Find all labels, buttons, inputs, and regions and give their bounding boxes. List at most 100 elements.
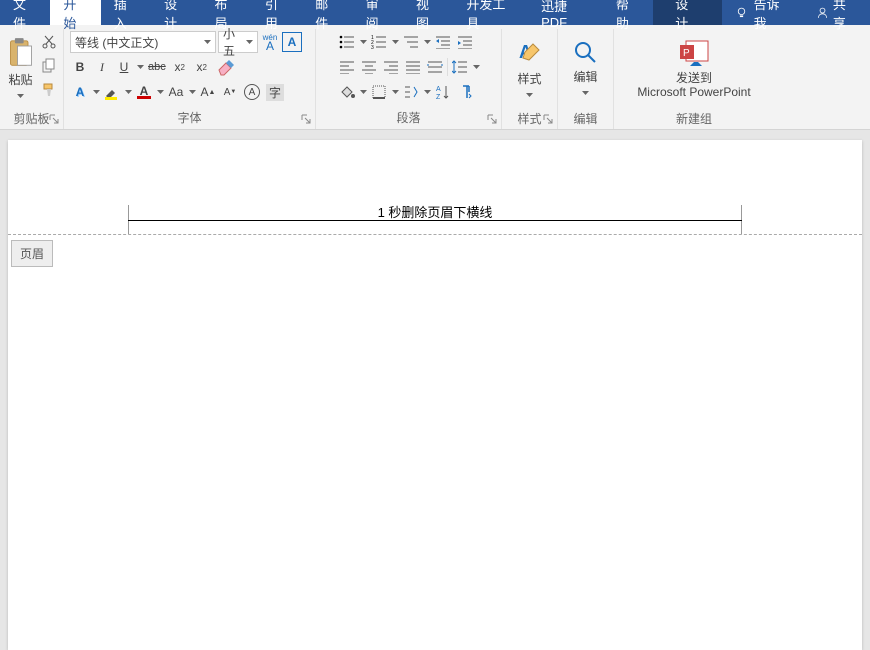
tell-me[interactable]: 告诉我 xyxy=(722,0,803,25)
text-effects-button[interactable]: A xyxy=(70,81,90,103)
find-icon xyxy=(573,40,599,66)
numbering-icon: 123 xyxy=(371,35,387,49)
font-name-combo[interactable]: 等线 (中文正文) xyxy=(70,31,216,53)
increase-indent-button[interactable] xyxy=(455,31,475,53)
chevron-down-icon[interactable] xyxy=(188,90,196,94)
chevron-down-icon[interactable] xyxy=(359,90,367,94)
superscript-button[interactable]: x2 xyxy=(192,56,212,78)
group-clipboard: 粘贴 剪贴板 xyxy=(0,29,64,129)
tab-view[interactable]: 视图 xyxy=(403,0,453,25)
font-size-value: 小五 xyxy=(223,25,246,59)
styles-button[interactable]: A 样式 xyxy=(507,31,553,107)
chevron-down-icon[interactable] xyxy=(423,40,431,44)
group-paragraph: 123 AZ 段落 xyxy=(316,29,502,129)
change-case-button[interactable]: Aa xyxy=(166,81,186,103)
chevron-down-icon[interactable] xyxy=(124,90,132,94)
tab-home[interactable]: 开始 xyxy=(50,0,100,25)
decrease-indent-button[interactable] xyxy=(433,31,453,53)
styles-icon: A xyxy=(515,38,545,68)
underline-button[interactable]: U xyxy=(114,56,134,78)
clipboard-launcher[interactable] xyxy=(48,113,60,125)
launcher-icon xyxy=(543,114,553,124)
borders-button[interactable] xyxy=(369,81,389,103)
chevron-down-icon[interactable] xyxy=(136,65,144,69)
snap-align-button[interactable] xyxy=(401,81,421,103)
launcher-icon xyxy=(487,114,497,124)
tab-pdf[interactable]: 迅捷PDF xyxy=(528,0,603,25)
clear-format-button[interactable] xyxy=(214,56,236,78)
person-icon xyxy=(816,6,829,20)
format-painter-button[interactable] xyxy=(39,79,59,101)
copy-button[interactable] xyxy=(39,55,59,77)
pilcrow-icon xyxy=(458,84,472,100)
justify-button[interactable] xyxy=(403,56,423,78)
border-icon xyxy=(371,84,387,100)
lightbulb-icon xyxy=(735,6,748,20)
tab-mail[interactable]: 邮件 xyxy=(302,0,352,25)
styles-label: 样式 xyxy=(517,72,541,86)
chevron-down-icon[interactable] xyxy=(391,40,399,44)
tab-layout[interactable]: 布局 xyxy=(202,0,252,25)
sort-icon: AZ xyxy=(436,84,450,100)
paste-button[interactable]: 粘贴 xyxy=(5,31,37,107)
phonetic-guide-button[interactable]: wénA xyxy=(260,31,280,53)
chevron-down-icon[interactable] xyxy=(391,90,399,94)
highlight-button[interactable] xyxy=(102,81,122,103)
strikethrough-button[interactable]: abc xyxy=(146,56,168,78)
bold-button[interactable]: B xyxy=(70,56,90,78)
editing-button[interactable]: 编辑 xyxy=(565,31,607,107)
align-left-button[interactable] xyxy=(337,56,357,78)
font-size-combo[interactable]: 小五 xyxy=(218,31,258,53)
multilevel-list-button[interactable] xyxy=(401,31,421,53)
page[interactable]: 1 秒删除页眉下横线 页眉 xyxy=(8,140,862,650)
grow-font-button[interactable]: A▲ xyxy=(198,81,218,103)
italic-button[interactable]: I xyxy=(92,56,112,78)
char-border-button[interactable]: A xyxy=(282,32,302,52)
share-button[interactable]: 共享 xyxy=(803,0,870,25)
new-group-label: 新建组 xyxy=(620,107,768,130)
justify-icon xyxy=(405,60,421,74)
copy-icon xyxy=(41,58,57,74)
tab-file[interactable]: 文件 xyxy=(0,0,50,25)
show-marks-button[interactable] xyxy=(455,81,475,103)
numbering-button[interactable]: 123 xyxy=(369,31,389,53)
line-spacing-button[interactable] xyxy=(450,56,470,78)
line-spacing-icon xyxy=(452,59,468,75)
align-right-button[interactable] xyxy=(381,56,401,78)
tab-references[interactable]: 引用 xyxy=(252,0,302,25)
circled-char-button[interactable]: A xyxy=(242,81,262,103)
sort-button[interactable]: AZ xyxy=(433,81,453,103)
font-launcher[interactable] xyxy=(300,113,312,125)
highlighter-icon xyxy=(104,84,120,100)
tab-developer[interactable]: 开发工具 xyxy=(453,0,528,25)
tab-design[interactable]: 设计 xyxy=(151,0,201,25)
send-to-ppt-button[interactable]: P 发送到Microsoft PowerPoint xyxy=(619,31,769,107)
align-center-button[interactable] xyxy=(359,56,379,78)
paragraph-launcher[interactable] xyxy=(486,113,498,125)
distribute-button[interactable] xyxy=(425,56,445,78)
subscript-button[interactable]: x2 xyxy=(170,56,190,78)
tab-header-design[interactable]: 设计 xyxy=(653,0,721,25)
tab-review[interactable]: 审阅 xyxy=(353,0,403,25)
tab-insert[interactable]: 插入 xyxy=(101,0,151,25)
indent-icon xyxy=(457,35,473,49)
chevron-down-icon[interactable] xyxy=(472,65,480,69)
char-shading-button[interactable]: 字 xyxy=(264,81,286,103)
svg-text:A: A xyxy=(436,86,441,93)
bullets-button[interactable] xyxy=(337,31,357,53)
tab-bar: 文件 开始 插入 设计 布局 引用 邮件 审阅 视图 开发工具 迅捷PDF 帮助… xyxy=(0,0,870,25)
chevron-down-icon xyxy=(525,93,533,97)
font-color-button[interactable]: A xyxy=(134,81,154,103)
chevron-down-icon[interactable] xyxy=(423,90,431,94)
tab-help[interactable]: 帮助 xyxy=(603,0,653,25)
chevron-down-icon[interactable] xyxy=(359,40,367,44)
shading-button[interactable] xyxy=(337,81,357,103)
header-label-tab: 页眉 xyxy=(11,240,53,267)
styles-launcher[interactable] xyxy=(542,113,554,125)
shrink-font-button[interactable]: A▼ xyxy=(220,81,240,103)
chevron-down-icon[interactable] xyxy=(92,90,100,94)
font-group-label: 字体 xyxy=(70,106,309,129)
chevron-down-icon[interactable] xyxy=(156,90,164,94)
cut-button[interactable] xyxy=(39,31,59,53)
paste-label: 粘贴 xyxy=(8,73,32,87)
